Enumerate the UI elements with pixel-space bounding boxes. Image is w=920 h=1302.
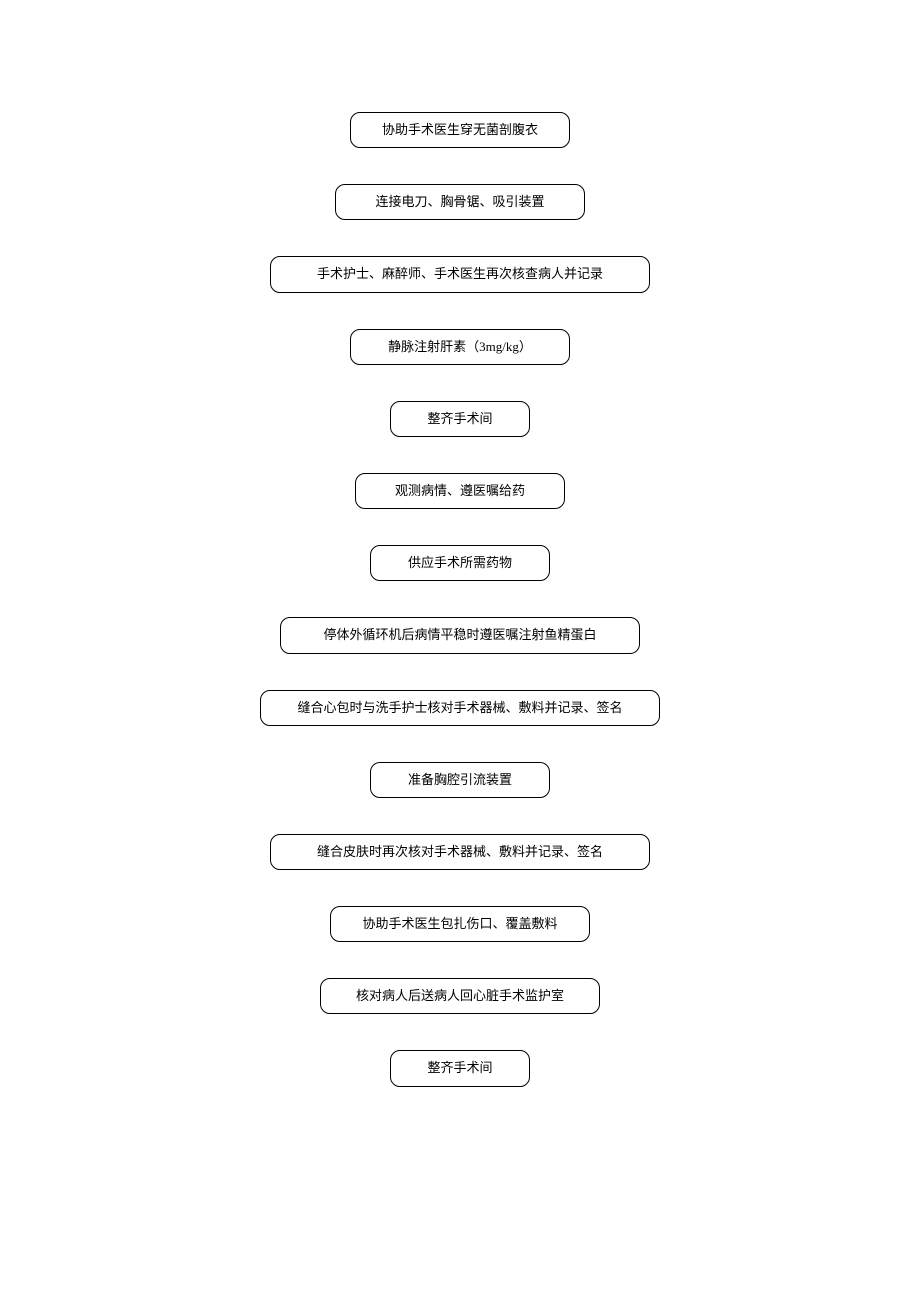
flow-step-13: 核对病人后送病人回心脏手术监护室	[320, 978, 600, 1014]
flow-step-10: 准备胸腔引流装置	[370, 762, 550, 798]
flowchart-container: 协助手术医生穿无菌剖腹衣 连接电刀、胸骨锯、吸引装置 手术护士、麻醉师、手术医生…	[0, 0, 920, 1087]
flow-step-1: 协助手术医生穿无菌剖腹衣	[350, 112, 570, 148]
flow-step-12: 协助手术医生包扎伤口、覆盖敷料	[330, 906, 590, 942]
flow-step-8: 停体外循环机后病情平稳时遵医嘱注射鱼精蛋白	[280, 617, 640, 653]
flow-step-9: 缝合心包时与洗手护士核对手术器械、敷料并记录、签名	[260, 690, 660, 726]
flow-step-4: 静脉注射肝素（3mg/kg）	[350, 329, 570, 365]
flow-step-6: 观测病情、遵医嘱给药	[355, 473, 565, 509]
flow-step-14: 整齐手术间	[390, 1050, 530, 1086]
flow-step-11: 缝合皮肤时再次核对手术器械、敷料并记录、签名	[270, 834, 650, 870]
flow-step-2: 连接电刀、胸骨锯、吸引装置	[335, 184, 585, 220]
flow-step-5: 整齐手术间	[390, 401, 530, 437]
flow-step-3: 手术护士、麻醉师、手术医生再次核查病人并记录	[270, 256, 650, 292]
flow-step-7: 供应手术所需药物	[370, 545, 550, 581]
